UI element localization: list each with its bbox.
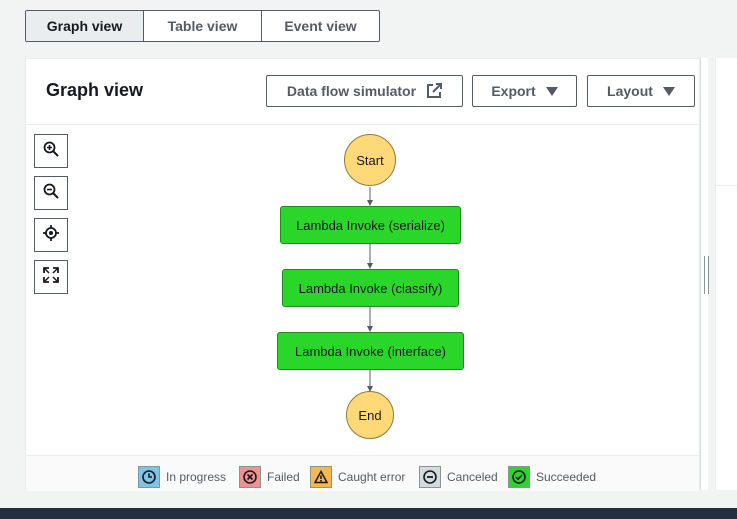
legend-label: In progress <box>166 470 227 484</box>
start-node: Start <box>344 134 396 186</box>
check-circle-icon <box>508 466 530 488</box>
data-flow-simulator-button[interactable]: Data flow simulator <box>266 75 463 107</box>
details-panel <box>715 58 737 490</box>
minus-circle-icon <box>419 466 441 488</box>
tab-graph-view[interactable]: Graph view <box>26 11 144 41</box>
warning-icon <box>310 466 332 488</box>
legend-label: Caught error <box>338 470 406 484</box>
legend-canceled: Canceled <box>419 466 498 488</box>
legend-in-progress: In progress <box>138 466 226 488</box>
graph-canvas[interactable]: Start Lambda Invoke (serialize) Lambda I… <box>26 125 699 455</box>
export-label: Export <box>491 83 536 99</box>
panel-title: Graph view <box>46 80 144 100</box>
caret-down-icon <box>662 86 675 96</box>
bottom-bar <box>0 508 737 519</box>
resize-grip-icon[interactable] <box>704 256 709 294</box>
external-link-icon <box>426 83 443 99</box>
graph-panel: Graph view Data flow simulator Export La… <box>25 58 700 491</box>
simulator-label: Data flow simulator <box>286 83 417 99</box>
state-lambda-invoke-serialize[interactable]: Lambda Invoke (serialize) <box>280 206 461 244</box>
legend-failed: Failed <box>239 466 300 488</box>
state-label: Lambda Invoke (interface) <box>294 343 447 359</box>
tab-event-view[interactable]: Event view <box>262 11 379 41</box>
tab-table-view[interactable]: Table view <box>144 11 262 41</box>
layout-label: Layout <box>607 83 653 99</box>
state-lambda-invoke-interface[interactable]: Lambda Invoke (interface) <box>277 332 464 370</box>
legend-label: Succeeded <box>536 470 597 484</box>
caret-down-icon <box>545 86 558 96</box>
export-button[interactable]: Export <box>472 75 577 107</box>
details-divider <box>715 185 737 186</box>
panel-header: Graph view Data flow simulator Export La… <box>26 59 699 125</box>
legend-succeeded: Succeeded <box>508 466 596 488</box>
x-circle-icon <box>239 466 261 488</box>
view-tabs: Graph view Table view Event view <box>25 10 380 42</box>
state-lambda-invoke-classify[interactable]: Lambda Invoke (classify) <box>282 269 459 307</box>
legend-label: Canceled <box>447 470 498 484</box>
legend-caught-error: Caught error <box>310 466 405 488</box>
state-label: Lambda Invoke (serialize) <box>296 217 445 233</box>
start-label: Start <box>356 152 384 168</box>
legend-label: Failed <box>267 470 300 484</box>
end-label: End <box>358 407 382 423</box>
end-node: End <box>346 391 394 439</box>
status-legend: In progress Failed Caught error Canceled… <box>26 455 699 491</box>
state-label: Lambda Invoke (classify) <box>298 280 443 296</box>
layout-button[interactable]: Layout <box>587 75 695 107</box>
clock-icon <box>138 466 160 488</box>
